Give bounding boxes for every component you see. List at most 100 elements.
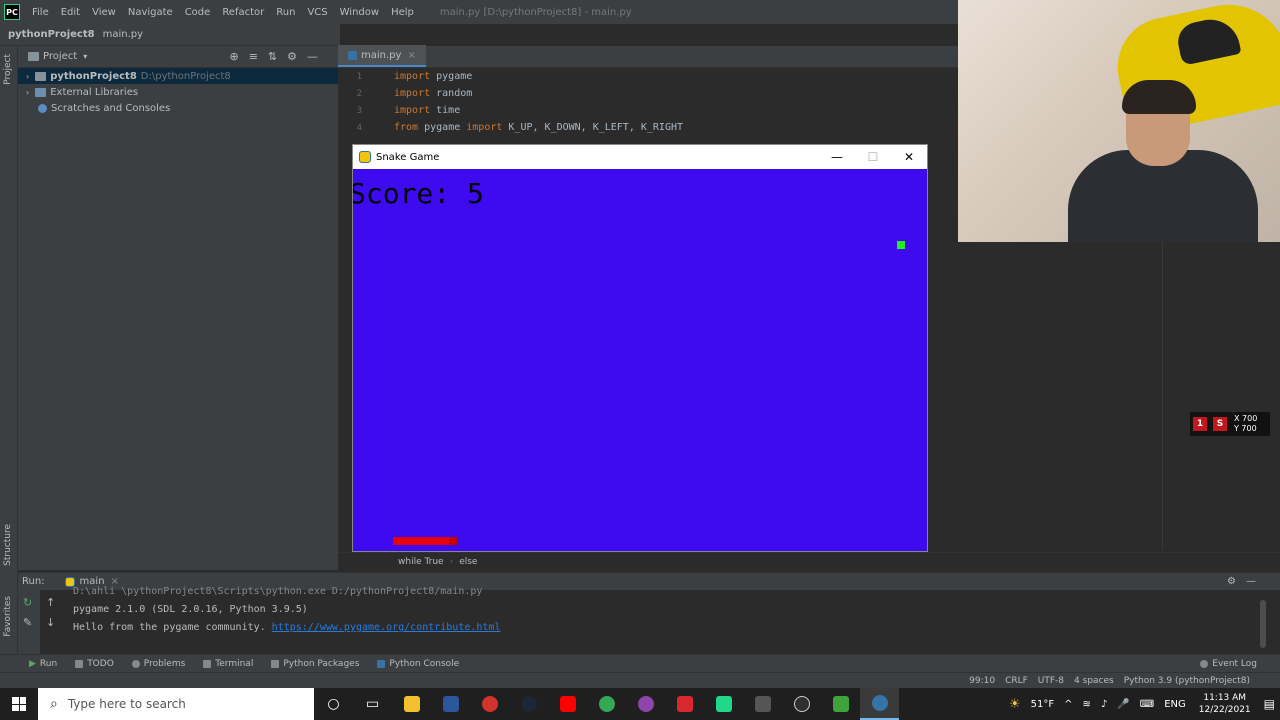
wifi-icon[interactable]: ≋ [1083, 699, 1091, 710]
file-encoding[interactable]: UTF-8 [1038, 676, 1064, 686]
app-red-icon[interactable] [470, 688, 509, 720]
tab-label: main.py [361, 49, 402, 61]
code-line[interactable]: import pygame [394, 71, 472, 82]
taskbar-search[interactable]: ⌕ Type here to search [38, 688, 314, 720]
run-label: Run: [22, 576, 45, 587]
tab-run[interactable]: ▶ Run [20, 659, 66, 669]
obs-icon[interactable] [782, 688, 821, 720]
chrome-icon[interactable] [587, 688, 626, 720]
clock-date: 12/22/2021 [1198, 705, 1251, 715]
menu-help[interactable]: Help [385, 7, 420, 18]
menu-view[interactable]: View [86, 7, 122, 18]
project-panel-title[interactable]: Project [43, 51, 77, 62]
pygame-contribute-link[interactable]: https://www.pygame.org/contribute.html [272, 622, 501, 633]
event-log[interactable]: Event Log [1191, 659, 1266, 669]
language-indicator[interactable]: ENG [1164, 699, 1186, 710]
tab-problems[interactable]: Problems [123, 659, 194, 669]
pycharm-icon[interactable] [704, 688, 743, 720]
maximize-button[interactable]: ☐ [855, 145, 891, 169]
menu-refactor[interactable]: Refactor [216, 7, 270, 18]
right-margin-guide [1162, 242, 1163, 550]
status-bar: 99:10 CRLF UTF-8 4 spaces Python 3.9 (py… [0, 672, 1280, 688]
favorites-tool-tab[interactable]: Favorites [3, 596, 13, 637]
structure-tool-tab[interactable]: Structure [3, 524, 13, 566]
snake-game-window[interactable]: Snake Game — ☐ ✕ Score: 5 [352, 144, 928, 552]
word-icon[interactable] [431, 688, 470, 720]
line-number: 4 [356, 123, 362, 133]
window-title: main.py [D:\pythonProject8] - main.py [439, 6, 632, 18]
weather-temp[interactable]: 51°F [1031, 699, 1054, 710]
menu-code[interactable]: Code [179, 7, 217, 18]
run-panel-actions[interactable]: ⚙— [1227, 576, 1266, 587]
youtube-icon[interactable] [548, 688, 587, 720]
game-app-icon[interactable] [821, 688, 860, 720]
tab-terminal[interactable]: Terminal [194, 659, 262, 669]
line-separator[interactable]: CRLF [1005, 676, 1028, 686]
messenger-icon[interactable] [626, 688, 665, 720]
breadcrumb-while-true[interactable]: while True [398, 557, 444, 567]
windows-logo-icon [12, 697, 26, 711]
clock-time: 11:13 AM [1203, 693, 1247, 703]
editor-tabs: main.py × [338, 45, 960, 68]
event-log-icon [1200, 659, 1209, 668]
tab-todo[interactable]: TODO [66, 659, 123, 669]
tree-item-scratches[interactable]: Scratches and Consoles [18, 100, 338, 116]
wrench-icon[interactable]: ✎ [23, 616, 32, 629]
close-button[interactable]: ✕ [891, 145, 927, 169]
rerun-icon[interactable]: ↻ [23, 596, 32, 609]
volume-icon[interactable]: ♪ [1101, 699, 1107, 710]
acrobat-icon[interactable] [665, 688, 704, 720]
project-panel-header: Project ▾ ⊕≡⇅⚙— [18, 46, 338, 68]
console-scrollbar[interactable] [1260, 600, 1266, 648]
calculator-icon[interactable] [743, 688, 782, 720]
game-canvas[interactable]: Score: 5 [353, 169, 927, 551]
close-icon[interactable]: × [407, 50, 415, 61]
code-line[interactable]: import random [394, 88, 472, 99]
cortana-icon[interactable]: ○ [314, 688, 353, 720]
down-arrow-icon[interactable]: ↓ [46, 616, 55, 629]
project-tool-tab[interactable]: Project [3, 54, 13, 85]
file-explorer-icon[interactable] [392, 688, 431, 720]
code-line[interactable]: from pygame import K_UP, K_DOWN, K_LEFT,… [394, 122, 683, 133]
up-arrow-icon[interactable]: ↑ [46, 596, 55, 609]
tree-item-project[interactable]: › pythonProject8 D:\pythonProject8 [18, 68, 338, 84]
menu-run[interactable]: Run [270, 7, 301, 18]
task-view-icon[interactable]: ▭ [353, 688, 392, 720]
recorder-icon: 1 [1193, 417, 1207, 431]
coordinate-widget: 1 S X 700 Y 700 [1190, 412, 1270, 436]
microphone-icon[interactable]: 🎤 [1117, 699, 1129, 710]
tab-python-console[interactable]: Python Console [368, 659, 468, 669]
menu-edit[interactable]: Edit [55, 7, 86, 18]
cursor-position[interactable]: 99:10 [969, 676, 995, 686]
nav-project[interactable]: pythonProject8 [8, 29, 95, 40]
chevron-down-icon[interactable]: ▾ [83, 52, 87, 61]
minimize-button[interactable]: — [819, 145, 855, 169]
breadcrumb-else[interactable]: else [459, 557, 477, 567]
keyboard-icon[interactable]: ⌨ [1140, 699, 1154, 710]
menu-file[interactable]: File [26, 7, 55, 18]
python-interpreter[interactable]: Python 3.9 (pythonProject8) [1124, 676, 1250, 686]
notification-icon[interactable]: ▤ [1264, 697, 1275, 711]
clock[interactable]: 11:13 AM 12/22/2021 [1199, 692, 1251, 716]
code-line[interactable]: import time [394, 105, 460, 116]
search-icon: ⌕ [50, 696, 58, 712]
tree-item-external-libraries[interactable]: › External Libraries [18, 84, 338, 100]
chevron-right-icon[interactable]: › [26, 72, 29, 81]
run-console[interactable]: D:\ahli \pythonProject8\Scripts\python.e… [18, 586, 1280, 654]
nav-file[interactable]: main.py [103, 29, 143, 40]
chevron-right-icon[interactable]: › [26, 88, 29, 97]
tab-console-label: Python Console [389, 658, 460, 669]
tab-python-packages[interactable]: Python Packages [262, 659, 368, 669]
tab-main-py[interactable]: main.py × [338, 45, 426, 67]
project-view-icon [28, 52, 39, 61]
menu-window[interactable]: Window [334, 7, 385, 18]
left-tool-stripe: Project Structure Favorites [0, 46, 18, 672]
menu-vcs[interactable]: VCS [301, 7, 333, 18]
indent-setting[interactable]: 4 spaces [1074, 676, 1114, 686]
steam-icon[interactable] [509, 688, 548, 720]
panel-actions-icons[interactable]: ⊕≡⇅⚙— [229, 50, 328, 63]
python-running-icon[interactable] [860, 688, 899, 720]
menu-navigate[interactable]: Navigate [122, 7, 179, 18]
chevron-up-icon[interactable]: ^ [1064, 699, 1072, 710]
start-button[interactable] [0, 688, 38, 720]
